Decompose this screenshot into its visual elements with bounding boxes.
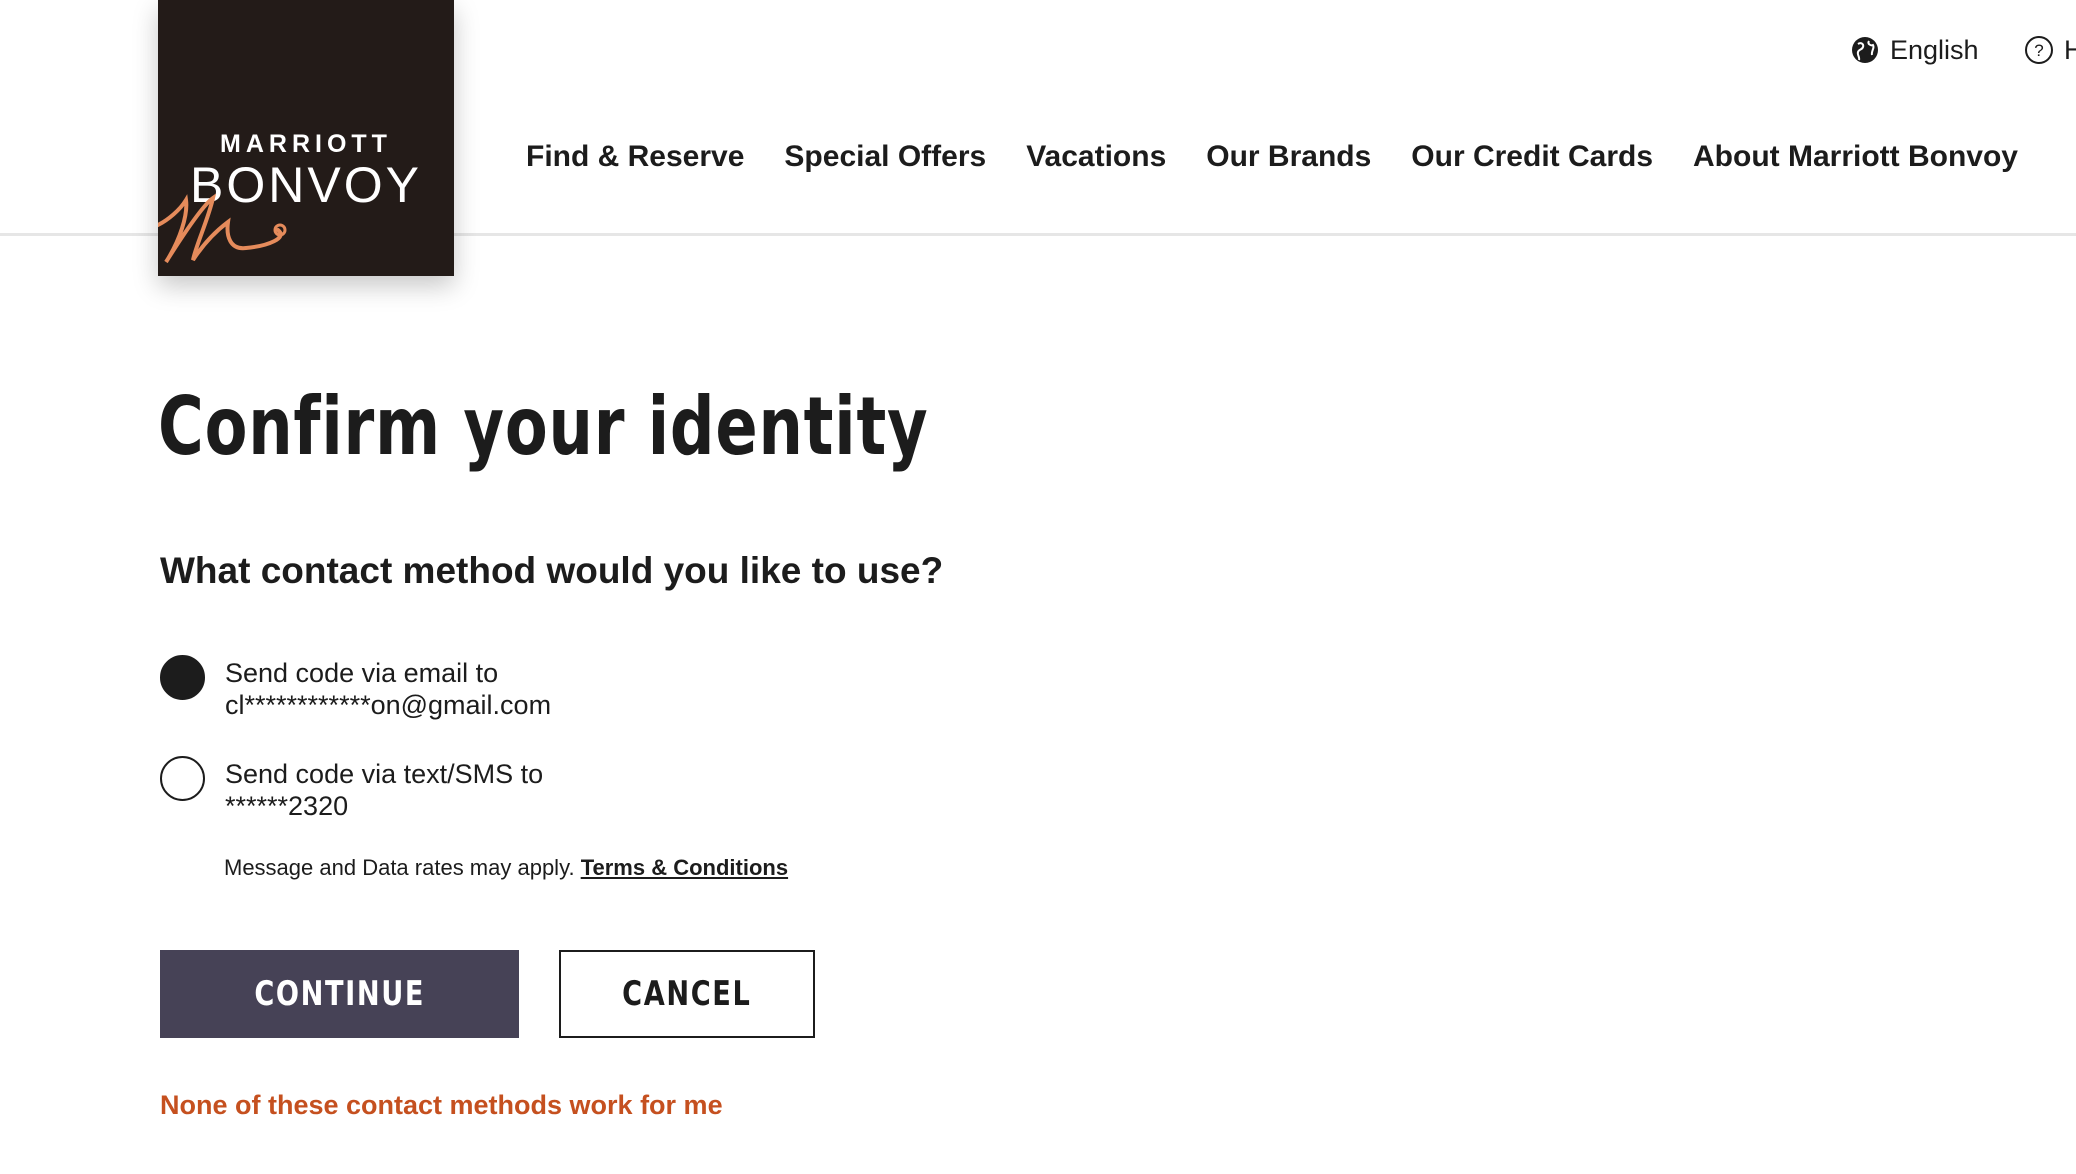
- email-radio-button[interactable]: [160, 655, 205, 700]
- language-selector[interactable]: English: [1850, 30, 1979, 70]
- continue-button[interactable]: CONTINUE: [160, 950, 519, 1038]
- nav-our-brands[interactable]: Our Brands: [1206, 140, 1371, 174]
- signature-swoosh-icon: [158, 193, 287, 264]
- email-option-line1: Send code via email to: [225, 658, 499, 688]
- sms-option-line1: Send code via text/SMS to: [225, 759, 544, 789]
- main-nav: Find & Reserve Special Offers Vacations …: [526, 140, 2018, 174]
- logo-wordmark-top: MARRIOTT: [220, 130, 392, 158]
- nav-vacations[interactable]: Vacations: [1026, 140, 1166, 174]
- disclaimer-text: Message and Data rates may apply.: [224, 855, 575, 880]
- page-title: Confirm your identity: [158, 380, 929, 473]
- email-option-address: cl************on@gmail.com: [225, 690, 552, 720]
- sms-radio-button[interactable]: [160, 756, 205, 801]
- svg-text:?: ?: [2034, 41, 2043, 60]
- rates-disclaimer: Message and Data rates may apply. Terms …: [224, 855, 788, 881]
- terms-conditions-link[interactable]: Terms & Conditions: [581, 855, 788, 880]
- email-option-label: Send code via email to cl************on@…: [225, 657, 551, 721]
- language-label: English: [1890, 34, 1979, 65]
- page: MARRIOTT BONVOY English ? H Find & Reser: [0, 0, 2076, 1174]
- site-header: MARRIOTT BONVOY English ? H Find & Reser: [0, 0, 2076, 276]
- radio-option-sms[interactable]: Send code via text/SMS to ******2320: [160, 756, 543, 822]
- cancel-button-label: CANCEL: [622, 974, 752, 1014]
- nav-find-reserve[interactable]: Find & Reserve: [526, 140, 744, 174]
- contact-method-question: What contact method would you like to us…: [160, 550, 944, 591]
- nav-our-credit-cards[interactable]: Our Credit Cards: [1411, 140, 1653, 174]
- marriott-bonvoy-logo[interactable]: MARRIOTT BONVOY: [158, 0, 454, 276]
- cancel-button[interactable]: CANCEL: [559, 950, 815, 1038]
- help-label: H: [2064, 34, 2076, 65]
- sms-option-label: Send code via text/SMS to ******2320: [225, 758, 543, 822]
- radio-option-email[interactable]: Send code via email to cl************on@…: [160, 655, 551, 721]
- nav-about-marriott-bonvoy[interactable]: About Marriott Bonvoy: [1693, 140, 2018, 174]
- sms-option-number: ******2320: [225, 791, 349, 821]
- question-circle-icon: ?: [2025, 36, 2053, 64]
- continue-button-label: CONTINUE: [254, 974, 425, 1014]
- no-contact-method-link[interactable]: None of these contact methods work for m…: [160, 1090, 723, 1121]
- nav-special-offers[interactable]: Special Offers: [784, 140, 986, 174]
- globe-icon: [1852, 37, 1878, 63]
- help-link[interactable]: ? H: [2024, 30, 2076, 70]
